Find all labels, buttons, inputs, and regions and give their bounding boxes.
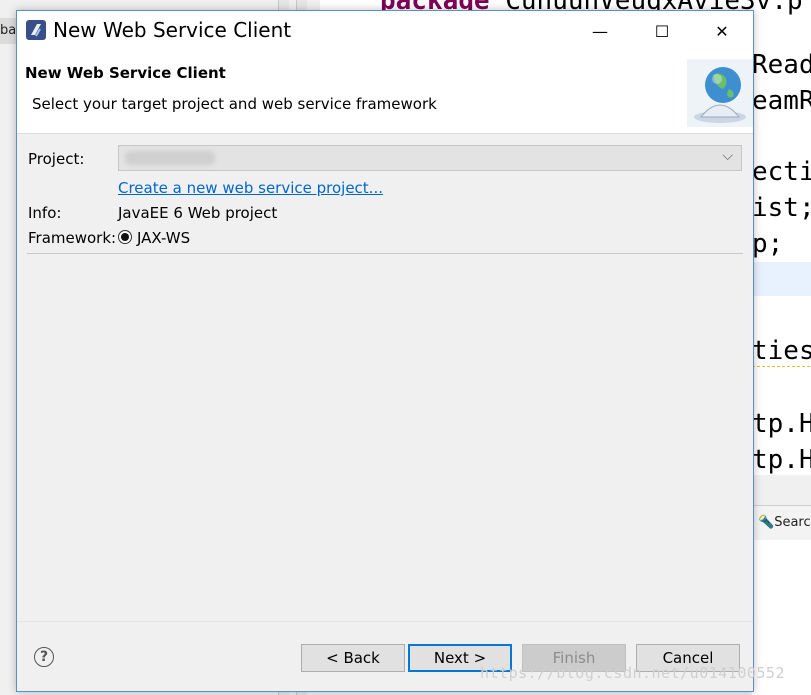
code-line: tp.H: [752, 445, 811, 475]
myeclipse-app-icon: [26, 20, 46, 40]
jax-ws-radio-label[interactable]: JAX-WS: [137, 229, 190, 247]
maximize-button[interactable]: ☐: [639, 11, 685, 51]
info-label: Info:: [28, 204, 62, 222]
code-line: p;: [752, 229, 784, 259]
code-current-line-highlight: [752, 262, 811, 296]
window-title: New Web Service Client: [53, 18, 292, 42]
code-line: eamR: [752, 86, 811, 116]
title-bar[interactable]: New Web Service Client — ☐ ✕: [17, 11, 753, 51]
create-web-service-project-link[interactable]: Create a new web service project...: [118, 179, 383, 197]
ide-left-panel: [0, 0, 16, 695]
project-select[interactable]: ⌵: [118, 145, 742, 171]
jax-ws-radio[interactable]: [118, 230, 132, 244]
wizard-page-title: New Web Service Client: [25, 64, 226, 82]
ide-left-tab-label: bac: [0, 23, 16, 38]
footer-separator: [17, 621, 753, 622]
search-tab-label: Searc: [774, 515, 811, 530]
framework-label: Framework:: [28, 229, 117, 247]
section-divider: [27, 253, 743, 254]
search-tab-icon: 🔦: [758, 515, 775, 530]
code-line: ecti: [752, 157, 811, 187]
code-line: ist;: [752, 193, 811, 223]
back-button[interactable]: < Back: [301, 644, 405, 672]
project-label: Project:: [28, 150, 85, 168]
web-service-globe-icon: [687, 59, 753, 127]
help-icon[interactable]: ?: [34, 647, 54, 667]
code-line: ties: [752, 336, 811, 367]
code-line: Read: [752, 50, 811, 80]
watermark: https://blog.csdn.net/u014100552: [480, 664, 785, 682]
project-value-redacted: [125, 151, 215, 165]
info-value: JavaEE 6 Web project: [118, 204, 278, 222]
close-button[interactable]: ✕: [699, 11, 745, 51]
search-view-tab[interactable]: 🔦Searc: [752, 505, 811, 541]
code-line: tp.H: [752, 409, 811, 439]
chevron-down-icon: ⌵: [722, 148, 733, 164]
wizard-header: New Web Service Client Select your targe…: [17, 51, 753, 134]
minimize-button[interactable]: —: [577, 11, 623, 51]
ide-left-tab[interactable]: bac: [0, 18, 16, 44]
new-web-service-client-dialog: New Web Service Client — ☐ ✕ New Web Ser…: [16, 10, 754, 692]
wizard-page-description: Select your target project and web servi…: [32, 95, 437, 113]
